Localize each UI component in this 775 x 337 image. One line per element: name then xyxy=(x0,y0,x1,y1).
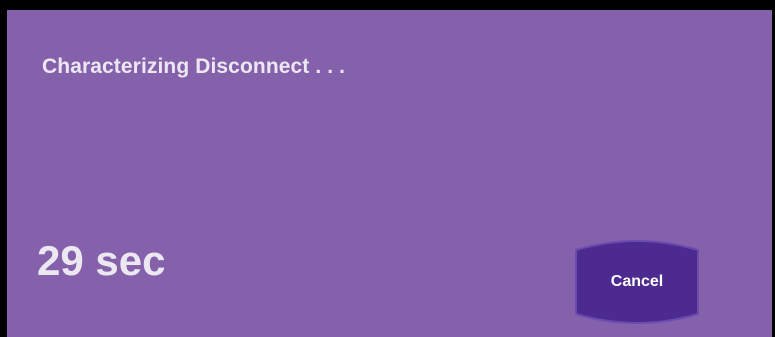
cancel-button[interactable]: Cancel xyxy=(566,238,708,326)
progress-dialog: Characterizing Disconnect . . . 29 sec C… xyxy=(0,0,775,337)
cancel-button-label: Cancel xyxy=(610,273,664,290)
countdown-timer: 29 sec xyxy=(37,237,166,284)
status-message: Characterizing Disconnect . . . xyxy=(42,55,346,78)
